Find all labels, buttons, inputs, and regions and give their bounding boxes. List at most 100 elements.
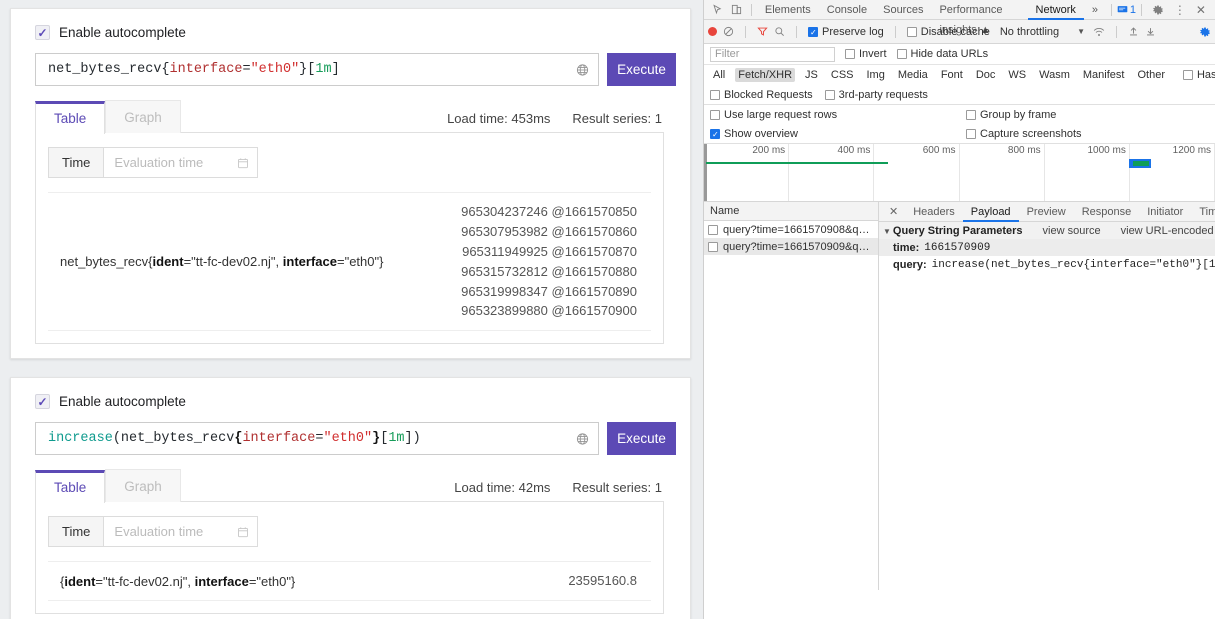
type-filter-img[interactable]: Img	[864, 68, 888, 82]
tab-table[interactable]: Table	[35, 470, 106, 504]
detail-tab-timing[interactable]: Timing	[1191, 202, 1215, 222]
autocomplete-label: Enable autocomplete	[59, 394, 186, 410]
query-param-row[interactable]: time: 1661570909	[879, 239, 1215, 256]
capture-screenshots-checkbox[interactable]	[966, 128, 976, 139]
time-input[interactable]: Evaluation time	[104, 148, 257, 177]
execute-button[interactable]: Execute	[607, 422, 676, 456]
show-overview-toggle[interactable]: Show overview	[710, 128, 798, 140]
group-by-frame-checkbox[interactable]	[966, 109, 976, 120]
filter-icon[interactable]	[757, 26, 768, 37]
query-param-row[interactable]: query: increase(net_bytes_recv{interface=…	[879, 256, 1215, 273]
autocomplete-checkbox[interactable]: ✓	[35, 394, 50, 410]
type-filter-ws[interactable]: WS	[1005, 68, 1029, 82]
third-party-requests-checkbox[interactable]	[824, 89, 835, 100]
record-button[interactable]	[708, 27, 717, 36]
disable-cache-toggle[interactable]: Disable cache	[906, 26, 990, 38]
autocomplete-checkbox[interactable]: ✓	[35, 25, 50, 40]
tab-table[interactable]: Table	[35, 101, 106, 134]
evaluation-time-field[interactable]: Time Evaluation time	[48, 147, 258, 178]
disable-cache-checkbox[interactable]	[906, 26, 917, 37]
divider	[751, 3, 752, 16]
time-input[interactable]: Evaluation time	[104, 517, 257, 546]
device-toolbar-icon[interactable]	[727, 4, 746, 15]
divider	[1116, 25, 1118, 38]
upload-icon[interactable]	[1128, 26, 1139, 37]
view-url-encoded-link[interactable]: view URL-encoded	[1121, 225, 1214, 237]
has-blocked-cookies-toggle[interactable]: Has blocked cookies	[1182, 69, 1215, 81]
devtools-tab-elements[interactable]: Elements	[757, 0, 819, 20]
type-filter-doc[interactable]: Doc	[973, 68, 999, 82]
blocked-requests-checkbox[interactable]	[710, 89, 720, 100]
network-overview-timeline[interactable]: 200 ms 400 ms 600 ms 800 ms 1000 ms 1200 ms	[704, 144, 1215, 202]
capture-screenshots-toggle[interactable]: Capture screenshots	[966, 128, 1082, 140]
invert-checkbox[interactable]	[845, 49, 855, 59]
tab-graph[interactable]: Graph	[105, 469, 181, 503]
execute-button[interactable]: Execute	[607, 53, 676, 86]
globe-icon[interactable]	[576, 432, 589, 445]
clear-icon[interactable]	[723, 26, 734, 37]
detail-tab-preview[interactable]: Preview	[1019, 202, 1074, 222]
gear-icon[interactable]	[1147, 4, 1169, 16]
type-filter-fetch-xhr[interactable]: Fetch/XHR	[735, 68, 796, 82]
type-filter-all[interactable]: All	[710, 68, 728, 82]
devtools-tab-network[interactable]: Network	[1028, 0, 1084, 20]
preserve-log-toggle[interactable]: Preserve log	[808, 26, 884, 38]
use-large-rows-checkbox[interactable]	[710, 109, 720, 120]
tab-graph[interactable]: Graph	[105, 100, 181, 133]
evaluation-time-field[interactable]: Time Evaluation time	[48, 516, 258, 548]
close-icon[interactable]: ✕	[1191, 3, 1211, 17]
message-badge[interactable]: 1	[1117, 4, 1136, 16]
inspect-element-icon[interactable]	[708, 4, 727, 15]
download-icon[interactable]	[1145, 26, 1156, 37]
detail-tab-response[interactable]: Response	[1074, 202, 1140, 222]
type-filter-font[interactable]: Font	[938, 68, 966, 82]
query-string-parameters-header[interactable]: ▼ Query String Parameters view source vie…	[879, 222, 1215, 239]
preserve-log-checkbox[interactable]	[808, 26, 818, 38]
third-party-requests-toggle[interactable]: 3rd-party requests	[824, 89, 928, 101]
devtools-tab-performance[interactable]: Performance insights ▲	[931, 0, 1027, 36]
detail-tab-initiator[interactable]: Initiator	[1139, 202, 1191, 222]
calendar-icon[interactable]	[237, 157, 249, 169]
wifi-settings-icon[interactable]	[1093, 26, 1105, 38]
type-filter-wasm[interactable]: Wasm	[1036, 68, 1073, 82]
search-icon[interactable]	[774, 26, 785, 37]
throttling-select[interactable]: No throttling ▼	[1000, 26, 1087, 38]
invert-toggle[interactable]: Invert	[845, 48, 887, 60]
view-source-link[interactable]: view source	[1043, 225, 1101, 237]
devtools-tab-sources[interactable]: Sources	[875, 0, 931, 20]
type-filter-manifest[interactable]: Manifest	[1080, 68, 1128, 82]
group-by-frame-toggle[interactable]: Group by frame	[966, 109, 1056, 121]
collapse-caret-icon[interactable]: ▼	[883, 227, 891, 236]
hide-data-urls-toggle[interactable]: Hide data URLs	[896, 48, 988, 60]
show-overview-checkbox[interactable]	[710, 128, 720, 140]
query-input[interactable]: net_bytes_recv{interface = "eth0"}[1m]	[35, 53, 599, 86]
type-filter-other[interactable]: Other	[1134, 68, 1168, 82]
calendar-icon[interactable]	[237, 526, 249, 538]
query-input[interactable]: increase(net_bytes_recv{interface = "eth0"…	[35, 422, 599, 456]
autocomplete-row[interactable]: ✓ Enable autocomplete	[23, 23, 678, 40]
close-detail-icon[interactable]: ✕	[883, 205, 904, 218]
use-large-rows-toggle[interactable]: Use large request rows	[710, 109, 837, 121]
filter-input[interactable]: Filter	[710, 46, 835, 62]
more-tabs-button[interactable]: »	[1084, 0, 1106, 20]
has-blocked-cookies-checkbox[interactable]	[1182, 70, 1193, 80]
blocked-requests-toggle[interactable]: Blocked Requests	[710, 89, 813, 101]
overview-left-handle[interactable]	[704, 144, 707, 201]
overview-selected-request[interactable]	[1129, 159, 1151, 168]
detail-tab-payload[interactable]: Payload	[963, 202, 1019, 222]
network-settings-icon[interactable]	[1199, 26, 1211, 38]
request-checkbox[interactable]	[708, 224, 718, 235]
request-checkbox[interactable]	[708, 241, 718, 252]
kebab-menu-icon[interactable]: ⋮	[1169, 3, 1191, 17]
globe-icon[interactable]	[576, 63, 589, 76]
request-row[interactable]: query?time=1661570909&query=in...	[704, 238, 878, 255]
type-filter-media[interactable]: Media	[895, 68, 931, 82]
type-filter-css[interactable]: CSS	[828, 68, 857, 82]
query-token: "eth0"	[250, 62, 300, 77]
autocomplete-row[interactable]: ✓ Enable autocomplete	[23, 392, 678, 410]
detail-tab-headers[interactable]: Headers	[905, 202, 963, 222]
hide-data-urls-checkbox[interactable]	[896, 49, 907, 59]
type-filter-js[interactable]: JS	[802, 68, 821, 82]
devtools-tab-console[interactable]: Console	[819, 0, 875, 20]
request-row[interactable]: query?time=1661570908&query=ne...	[704, 221, 878, 238]
